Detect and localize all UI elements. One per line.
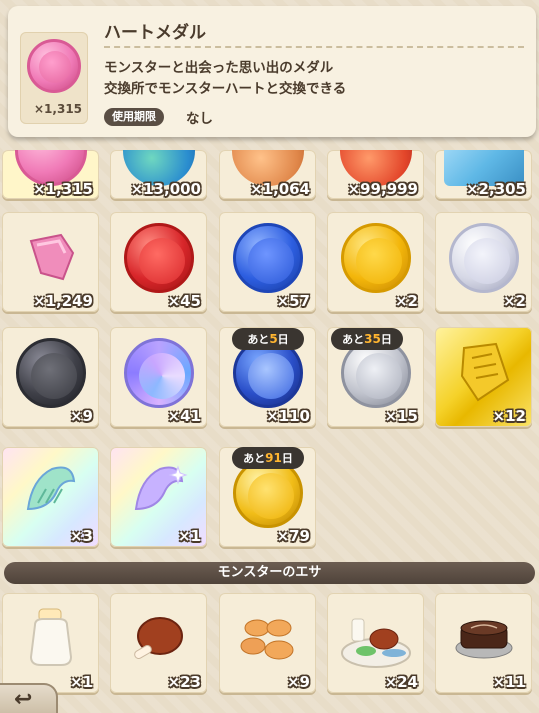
item-count: ×1	[69, 673, 93, 691]
heart-medal-icon	[27, 39, 81, 93]
back-arrow-icon: ↩	[14, 687, 33, 712]
item-cell[interactable]: ×99,999	[327, 150, 424, 199]
item-count: ×3	[69, 527, 93, 545]
rainbow-sparkle-wing-icon	[134, 465, 188, 511]
item-cell[interactable]: ×1	[2, 593, 99, 693]
item-count: ×99,999	[347, 180, 418, 198]
gold-ticket-icon	[460, 342, 509, 402]
milk-bottle-icon	[29, 608, 72, 666]
detail-item-thumbnail: ×1,315	[20, 32, 88, 124]
item-count: ×1,315	[32, 180, 93, 198]
item-count: ×2	[502, 292, 526, 310]
rainbow-wing-icon	[26, 466, 75, 511]
item-detail-panel: ×1,315 ハートメダル モンスターと出会った思い出のメダル 交換所でモンスタ…	[8, 6, 536, 137]
item-count: ×1,249	[32, 292, 93, 310]
item-count: ×13,000	[130, 180, 201, 198]
item-count: ×41	[167, 407, 201, 425]
pink-heart-fragment-icon	[29, 233, 74, 281]
expiry-period-label: 使用期限	[104, 108, 164, 126]
item-cell[interactable]: ×13,000	[110, 150, 207, 199]
item-count: ×9	[286, 673, 310, 691]
item-count: ×15	[384, 407, 418, 425]
item-cell[interactable]: ×24	[327, 593, 424, 693]
cookies-icon	[240, 619, 293, 660]
feast-platter-icon	[340, 618, 411, 668]
item-count: ×24	[384, 673, 418, 691]
item-cell[interactable]: ×12	[435, 327, 532, 427]
item-cell[interactable]: ×1,315	[2, 150, 99, 199]
detail-item-count: ×1,315	[34, 102, 83, 116]
item-count: ×12	[492, 407, 526, 425]
item-cell[interactable]: ×1,064	[219, 150, 316, 199]
item-cell[interactable]: ×1,249	[2, 212, 99, 312]
red-coin-icon	[123, 223, 194, 293]
description-line: モンスターと出会った思い出のメダル	[104, 60, 334, 76]
expiry-timer-badge: あと5日	[232, 328, 304, 350]
item-count: ×2	[394, 292, 418, 310]
item-count: ×57	[276, 292, 310, 310]
item-cell[interactable]: ×2	[435, 212, 532, 312]
item-cell[interactable]: ×9	[219, 593, 316, 693]
divider	[104, 46, 524, 48]
item-count: ×23	[167, 673, 201, 691]
item-count: ×2,305	[465, 180, 526, 198]
item-count: ×110	[266, 407, 310, 425]
yellow-coin-icon	[340, 223, 411, 293]
item-count: ×11	[492, 673, 526, 691]
description-line: 交換所でモンスターハートと交換できる	[104, 81, 347, 97]
item-cell[interactable]: ×11	[435, 593, 532, 693]
chocolate-cake-icon	[455, 620, 512, 659]
detail-item-description: モンスターと出会った思い出のメダル 交換所でモンスターハートと交換できる	[104, 58, 346, 100]
item-cell[interactable]: ×2	[327, 212, 424, 312]
blue-coin-icon	[232, 223, 303, 293]
back-button[interactable]: ↩	[0, 683, 58, 713]
item-cell[interactable]: ×1	[110, 447, 207, 547]
item-count: ×1,064	[249, 180, 310, 198]
item-count: ×79	[276, 527, 310, 545]
section-header-monster-food: モンスターのエサ	[4, 562, 535, 584]
meat-icon	[133, 617, 183, 659]
expiry-timer-badge: あと35日	[331, 328, 403, 350]
item-count: ×9	[69, 407, 93, 425]
item-cell[interactable]: ×45	[110, 212, 207, 312]
item-cell[interactable]: ×57	[219, 212, 316, 312]
item-cell[interactable]: ×2,305	[435, 150, 532, 199]
black-coin-icon	[15, 338, 86, 408]
item-cell[interactable]: ×23	[110, 593, 207, 693]
detail-item-title: ハートメダル	[104, 23, 206, 43]
expiry-timer-badge: あと91日	[232, 447, 304, 469]
item-cell[interactable]: ×3	[2, 447, 99, 547]
item-count: ×1	[177, 527, 201, 545]
silver-coin-icon	[448, 223, 519, 293]
item-cell[interactable]: ×9	[2, 327, 99, 427]
item-count: ×45	[167, 292, 201, 310]
expiry-period-value: なし	[186, 111, 213, 127]
purple-swirl-coin-icon	[123, 338, 194, 408]
item-cell[interactable]: ×41	[110, 327, 207, 427]
